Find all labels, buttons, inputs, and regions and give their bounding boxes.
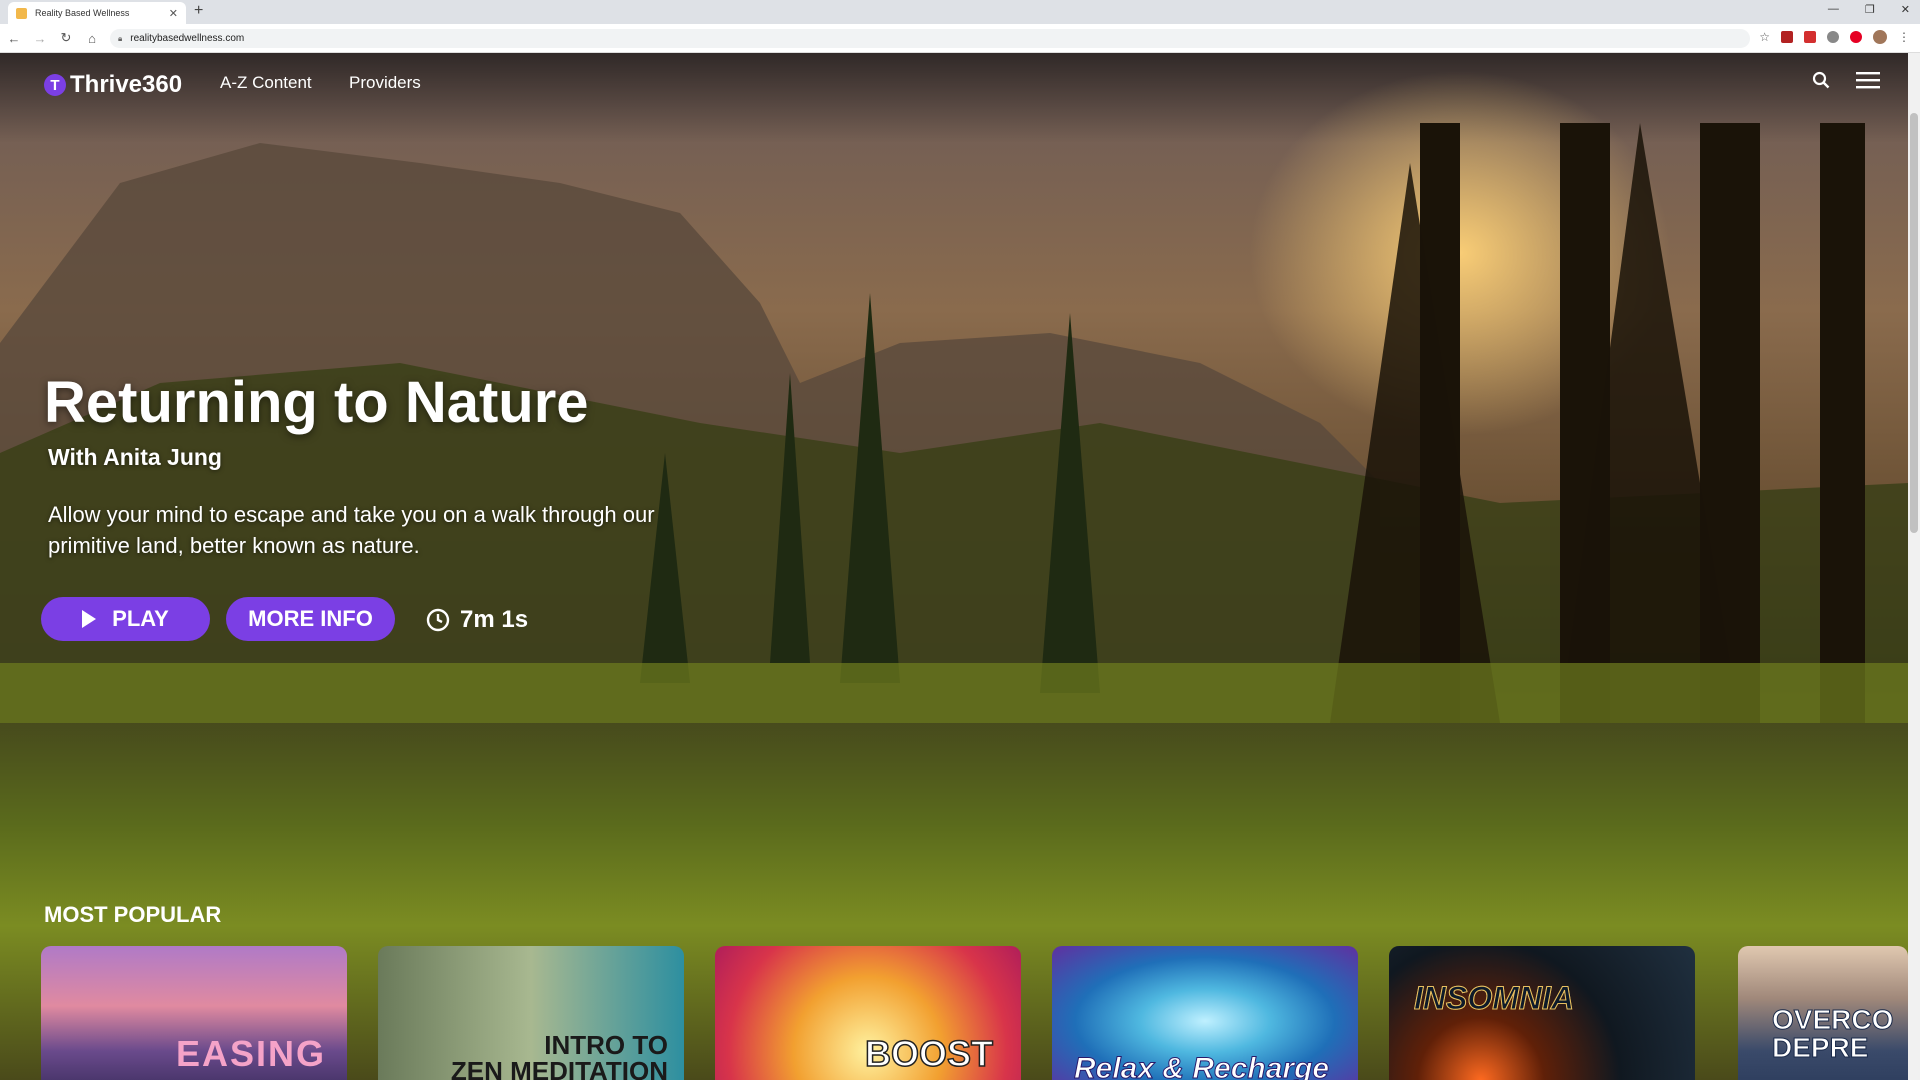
new-tab-button[interactable]: + (194, 2, 203, 20)
card-label: INTRO TO ZEN MEDITATION (450, 1030, 668, 1080)
content-card[interactable]: BOOST (715, 946, 1021, 1080)
card-label: Relax & Recharge (1073, 1052, 1330, 1080)
play-icon (82, 610, 97, 628)
bookmark-star-icon[interactable]: ☆ (1759, 30, 1770, 44)
card-label: INSOMNIA (1414, 980, 1575, 1016)
page-scrollbar[interactable] (1908, 53, 1920, 1080)
browser-tab[interactable]: Reality Based Wellness ✕ (8, 2, 186, 24)
card-label: BOOST (864, 1033, 994, 1074)
duration-display: 7m 1s (426, 606, 528, 634)
url-text: realitybasedwellness.com (130, 33, 245, 44)
reload-icon[interactable]: ↻ (54, 30, 78, 46)
play-button[interactable]: PLAY (41, 597, 210, 641)
restore-icon[interactable]: ❐ (1865, 3, 1875, 16)
profile-avatar[interactable] (1873, 30, 1887, 44)
logo-badge: T (44, 74, 66, 96)
close-tab-icon[interactable]: ✕ (169, 7, 178, 20)
content-card[interactable]: OVERCO DEPRE (1738, 946, 1908, 1080)
minimize-icon[interactable]: — (1828, 3, 1839, 16)
address-bar[interactable]: 🔒︎ realitybasedwellness.com (110, 29, 1750, 48)
nav-link-providers[interactable]: Providers (349, 73, 421, 93)
content-card[interactable]: Relax & Recharge (1052, 946, 1358, 1080)
duration-text: 7m 1s (460, 606, 529, 633)
tab-title: Reality Based Wellness (35, 8, 130, 18)
most-popular-carousel: EASING INTRO TO ZEN MEDITATION BOOST Rel… (41, 946, 1908, 1080)
browser-tab-bar: Reality Based Wellness ✕ + — ❐ ✕ (0, 0, 1920, 24)
back-icon[interactable]: ← (2, 31, 26, 46)
lock-icon: 🔒︎ (118, 33, 123, 43)
card-label: EASING (176, 1033, 327, 1074)
extension-icon[interactable] (1804, 31, 1816, 43)
page-content: T Thrive 360 A-Z Content Providers Retur… (0, 53, 1908, 1080)
hamburger-menu-icon[interactable] (1856, 71, 1880, 94)
browser-toolbar: ← → ↻ ⌂ 🔒︎ realitybasedwellness.com ☆ ⋮ (0, 24, 1920, 53)
close-window-icon[interactable]: ✕ (1901, 3, 1910, 16)
extension-icon[interactable] (1827, 31, 1839, 43)
forward-icon[interactable]: → (28, 31, 52, 46)
site-logo[interactable]: T Thrive 360 (44, 71, 182, 99)
content-card[interactable]: INTRO TO ZEN MEDITATION (378, 946, 684, 1080)
play-label: PLAY (112, 606, 169, 631)
menu-kebab-icon[interactable]: ⋮ (1898, 30, 1910, 44)
more-info-label: MORE INFO (248, 606, 373, 631)
card-label: OVERCO DEPRE (1771, 1004, 1894, 1063)
scrollbar-thumb[interactable] (1910, 113, 1918, 533)
hero-title: Returning to Nature (44, 370, 589, 435)
logo-number: 360 (142, 71, 183, 98)
content-card[interactable]: INSOMNIA (1389, 946, 1695, 1080)
most-popular-heading: MOST POPULAR (44, 902, 222, 927)
content-card[interactable]: EASING (41, 946, 347, 1080)
hero-description: Allow your mind to escape and take you o… (48, 502, 655, 558)
site-header: T Thrive 360 A-Z Content Providers (0, 53, 1908, 113)
header-actions (1812, 71, 1880, 94)
nav-link-az-content[interactable]: A-Z Content (220, 73, 312, 93)
clock-icon (426, 608, 450, 632)
more-info-button[interactable]: MORE INFO (226, 597, 395, 641)
favicon-icon (16, 7, 27, 19)
home-icon[interactable]: ⌂ (80, 31, 104, 46)
search-icon[interactable] (1812, 71, 1830, 94)
hero-subtitle: With Anita Jung (48, 444, 222, 470)
extensions-area: ☆ ⋮ (1759, 30, 1910, 44)
window-controls: — ❐ ✕ (1828, 3, 1910, 16)
extension-icon[interactable] (1781, 31, 1793, 43)
pinterest-icon[interactable] (1850, 31, 1862, 43)
logo-text: Thrive (70, 71, 143, 98)
